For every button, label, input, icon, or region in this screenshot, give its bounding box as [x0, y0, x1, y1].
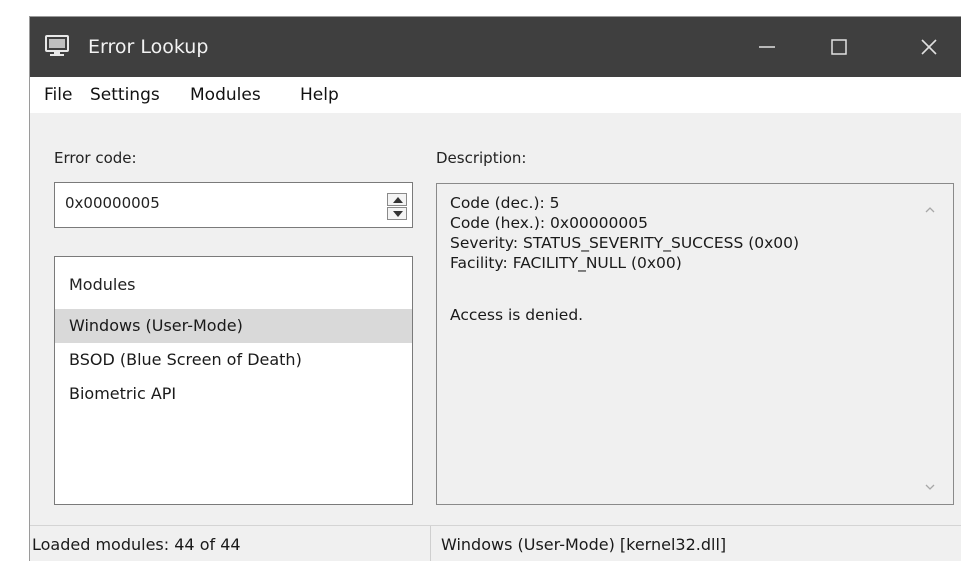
modules-list-header: Modules	[69, 275, 136, 294]
status-current-module: Windows (User-Mode) [kernel32.dll]	[441, 535, 727, 554]
app-window: Error Lookup File Settings Modules Help …	[30, 17, 961, 561]
spin-down-button[interactable]	[387, 207, 407, 220]
scroll-down-icon[interactable]	[925, 476, 935, 495]
description-line: Access is denied.	[450, 306, 584, 324]
description-line: Code (dec.): 5	[450, 194, 560, 212]
window-title: Error Lookup	[88, 36, 209, 58]
computer-icon	[45, 35, 69, 57]
menu-help[interactable]: Help	[300, 85, 339, 105]
spin-up-button[interactable]	[387, 193, 407, 206]
error-code-input[interactable]: 0x00000005	[54, 182, 413, 228]
arrow-up-icon	[393, 197, 403, 203]
status-divider	[430, 526, 431, 561]
title-bar[interactable]: Error Lookup	[30, 17, 961, 77]
close-button[interactable]	[898, 17, 960, 77]
main-content: Error code: 0x00000005 Modules Windows (…	[30, 113, 961, 525]
error-code-label: Error code:	[54, 149, 137, 167]
minimize-button[interactable]	[736, 17, 798, 77]
description-textbox[interactable]: Code (dec.): 5 Code (hex.): 0x00000005 S…	[436, 183, 954, 505]
menu-file[interactable]: File	[44, 85, 72, 105]
error-code-value: 0x00000005	[65, 194, 160, 212]
modules-listbox[interactable]: Modules Windows (User-Mode) BSOD (Blue S…	[54, 256, 413, 505]
minimize-icon	[759, 46, 775, 48]
menu-modules[interactable]: Modules	[190, 85, 261, 105]
error-code-spinner[interactable]	[387, 191, 409, 221]
description-line: Severity: STATUS_SEVERITY_SUCCESS (0x00)	[450, 234, 800, 252]
description-line: Facility: FACILITY_NULL (0x00)	[450, 254, 682, 272]
maximize-icon	[831, 39, 847, 55]
maximize-button[interactable]	[808, 17, 870, 77]
list-item-windows-user-mode[interactable]: Windows (User-Mode)	[55, 309, 412, 343]
scroll-up-icon[interactable]	[925, 198, 935, 217]
status-loaded-modules: Loaded modules: 44 of 44	[32, 535, 241, 554]
menu-settings[interactable]: Settings	[90, 85, 160, 105]
list-item-biometric-api[interactable]: Biometric API	[55, 377, 412, 411]
description-line: Code (hex.): 0x00000005	[450, 214, 648, 232]
list-item-bsod[interactable]: BSOD (Blue Screen of Death)	[55, 343, 412, 377]
status-bar: Loaded modules: 44 of 44 Windows (User-M…	[30, 525, 961, 561]
arrow-down-icon	[393, 211, 403, 217]
close-icon	[921, 39, 937, 55]
description-label: Description:	[436, 149, 527, 167]
menu-bar: File Settings Modules Help	[30, 77, 961, 113]
